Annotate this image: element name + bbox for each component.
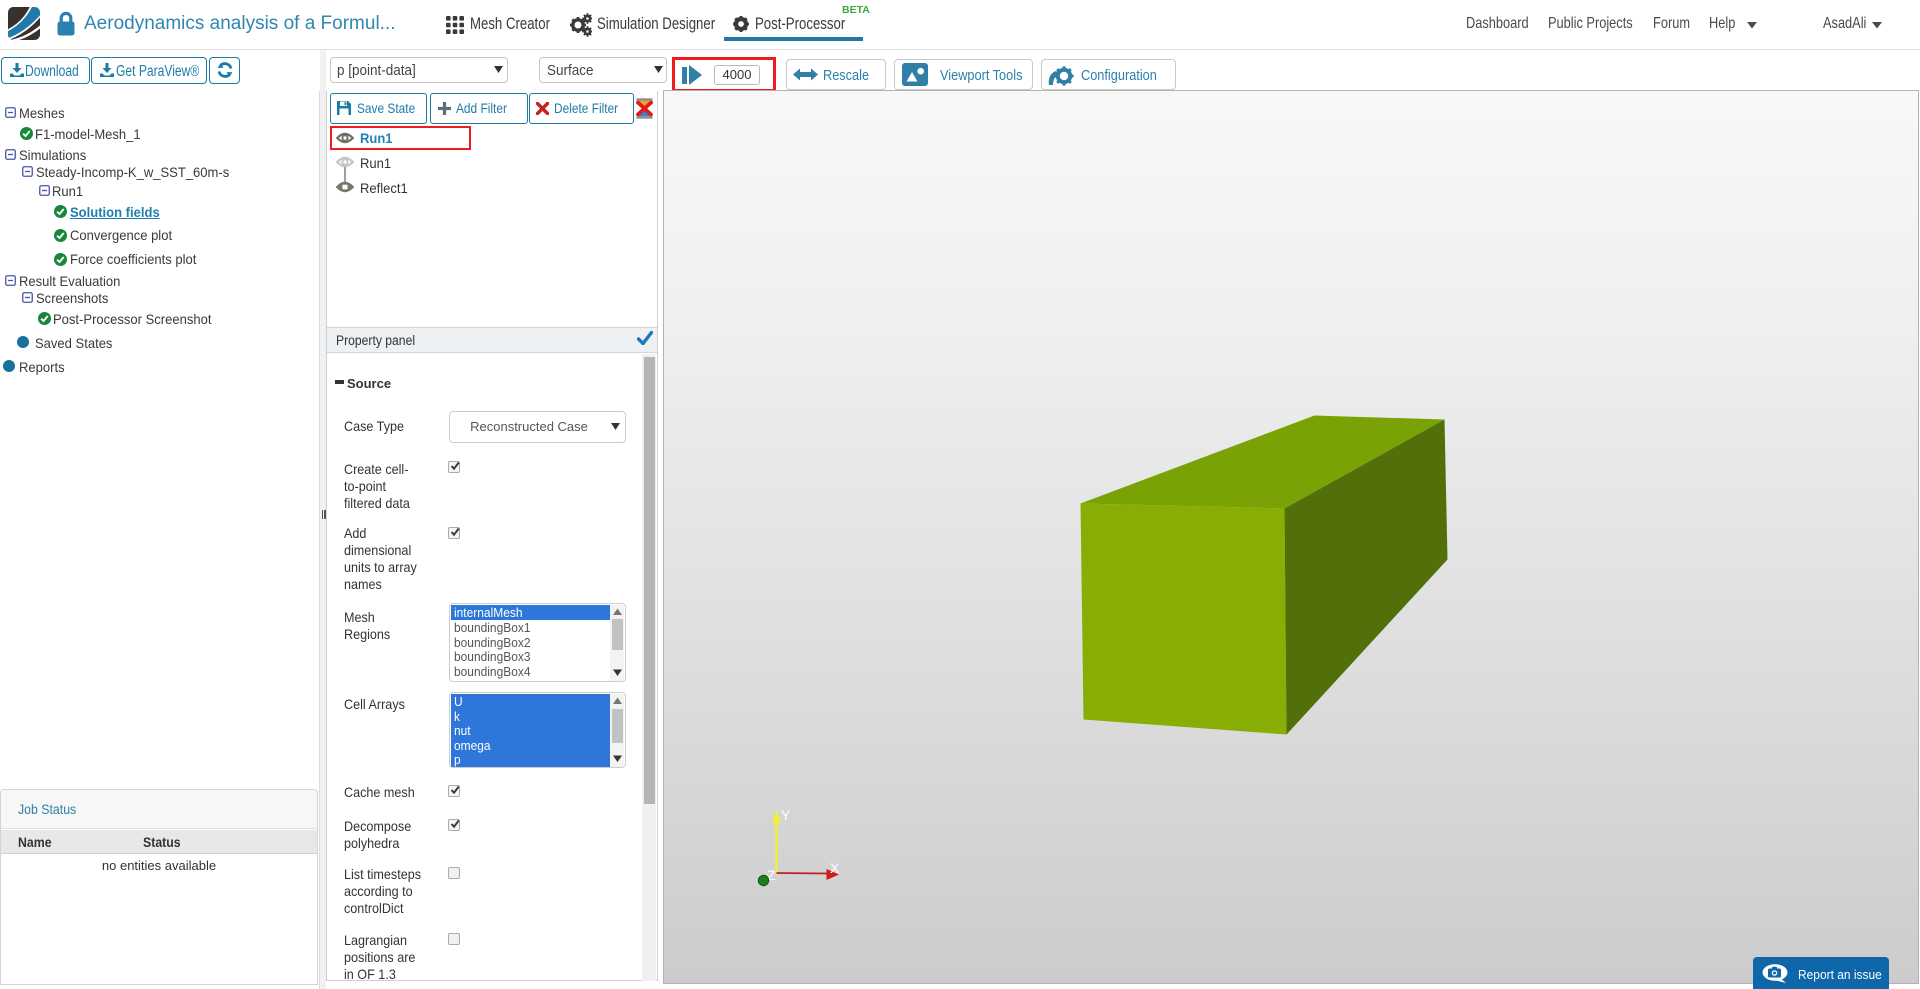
- svg-text:X: X: [830, 860, 840, 876]
- svg-text:Y: Y: [781, 807, 791, 823]
